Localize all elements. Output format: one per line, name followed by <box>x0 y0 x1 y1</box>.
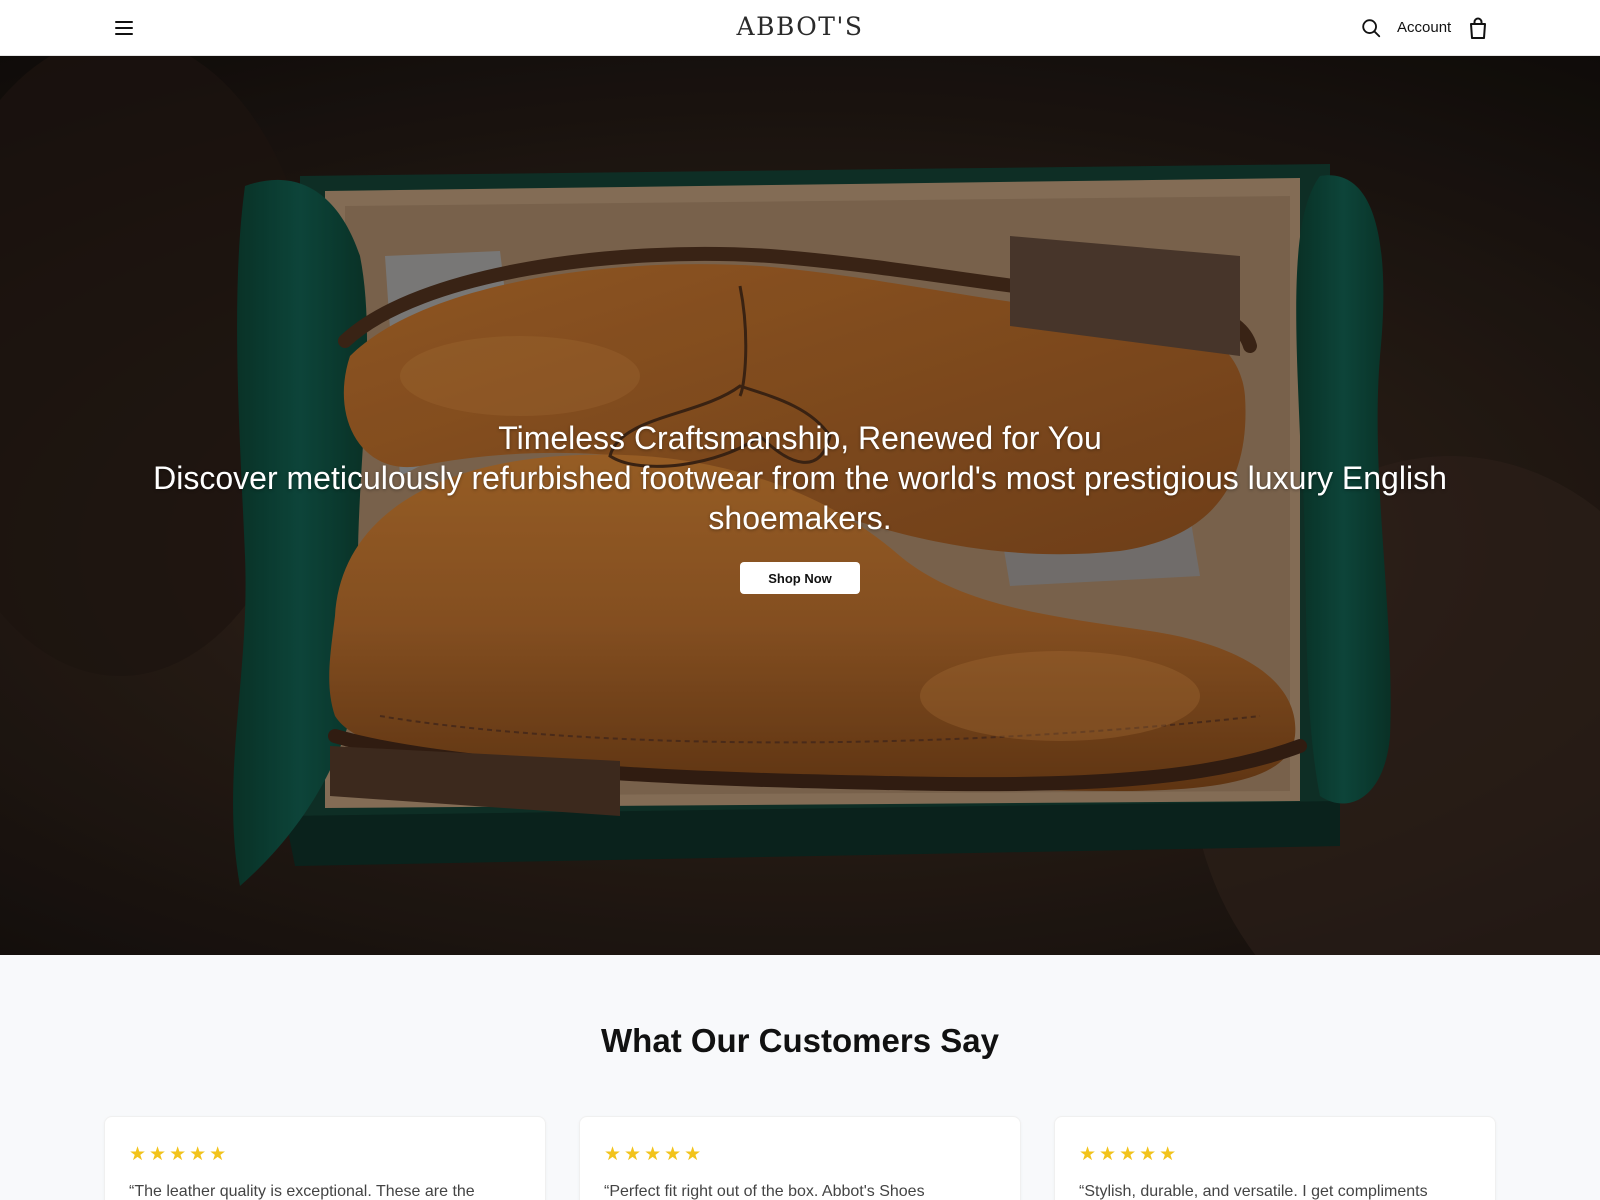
star-rating: ★★★★★ <box>604 1144 705 1165</box>
testimonial-card: ★★★★★ “The leather quality is exceptiona… <box>104 1116 546 1200</box>
hero-title: Timeless Craftsmanship, Renewed for You <box>498 420 1102 456</box>
shopping-bag-icon[interactable] <box>1467 16 1489 40</box>
testimonial-quote: “Stylish, durable, and versatile. I get … <box>1079 1183 1428 1200</box>
site-logo[interactable]: ABBOT'S <box>737 12 864 41</box>
testimonial-card: ★★★★★ “Stylish, durable, and versatile. … <box>1054 1116 1496 1200</box>
site-header: ABBOT'S Account <box>0 0 1600 56</box>
testimonial-card: ★★★★★ “Perfect fit right out of the box.… <box>579 1116 1021 1200</box>
hero-subtitle: Discover meticulously refurbished footwe… <box>153 460 1447 536</box>
testimonials-heading: What Our Customers Say <box>601 1022 999 1059</box>
testimonial-quote: “Perfect fit right out of the box. Abbot… <box>604 1183 925 1200</box>
search-icon[interactable] <box>1360 17 1382 39</box>
hamburger-menu-icon[interactable] <box>112 16 136 40</box>
testimonial-quote: “The leather quality is exceptional. The… <box>129 1183 475 1200</box>
hero-banner: Timeless Craftsmanship, Renewed for You … <box>0 56 1600 955</box>
star-rating: ★★★★★ <box>129 1144 230 1165</box>
shop-now-button[interactable]: Shop Now <box>740 562 860 594</box>
star-rating: ★★★★★ <box>1079 1144 1180 1165</box>
account-link[interactable]: Account <box>1397 19 1451 36</box>
